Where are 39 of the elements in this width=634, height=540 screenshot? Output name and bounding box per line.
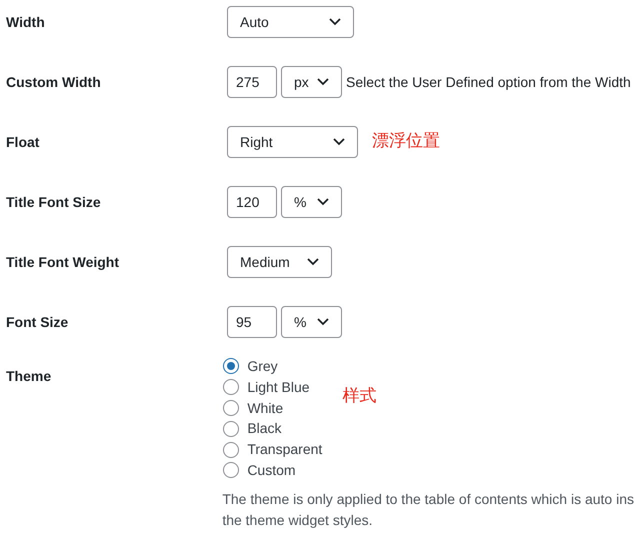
annotation-text: 漂浮位置 [372,130,440,154]
radio-label: Transparent [247,440,322,460]
input-field[interactable]: 95 [227,306,277,338]
field-label: Title Font Size [6,192,101,212]
chevron-icon [333,138,345,146]
description-text: the theme widget styles. [222,510,374,530]
field-label: Theme [6,366,52,386]
chevron-icon [329,18,341,26]
radio-button[interactable] [223,358,240,374]
select-field[interactable]: Auto [227,6,354,38]
help-text: Select the User Defined option from the Width [346,72,631,92]
chevron-icon [317,198,329,206]
input-field[interactable]: 120 [227,186,277,218]
radio-label: Custom [247,460,296,480]
field-label: Custom Width [6,72,101,92]
select-field[interactable]: Right [227,126,358,158]
radio-label: Light Blue [247,378,310,397]
description-text: The theme is only applied to the table of contents which is auto ins [222,490,634,509]
chevron-icon [317,78,329,86]
select-field[interactable]: px [281,66,342,98]
radio-button[interactable] [223,379,240,396]
field-label: Width [6,12,45,32]
field-label: Font Size [6,312,68,332]
annotation-text: 样式 [342,385,376,408]
chevron-icon [307,258,319,266]
radio-label: Grey [247,356,278,376]
chevron-icon [317,318,329,326]
input-field[interactable]: 275 [227,66,277,98]
select-field[interactable]: % [281,186,342,218]
radio-button[interactable] [223,400,240,416]
radio-button[interactable] [223,442,240,458]
radio-button[interactable] [223,420,240,437]
radio-button[interactable] [223,462,240,478]
radio-label: White [247,398,284,418]
field-label: Title Font Weight [6,252,120,272]
radio-label: Black [247,419,282,438]
field-label: Float [6,132,40,152]
select-field[interactable]: % [281,306,342,338]
select-field[interactable]: Medium [227,246,332,278]
